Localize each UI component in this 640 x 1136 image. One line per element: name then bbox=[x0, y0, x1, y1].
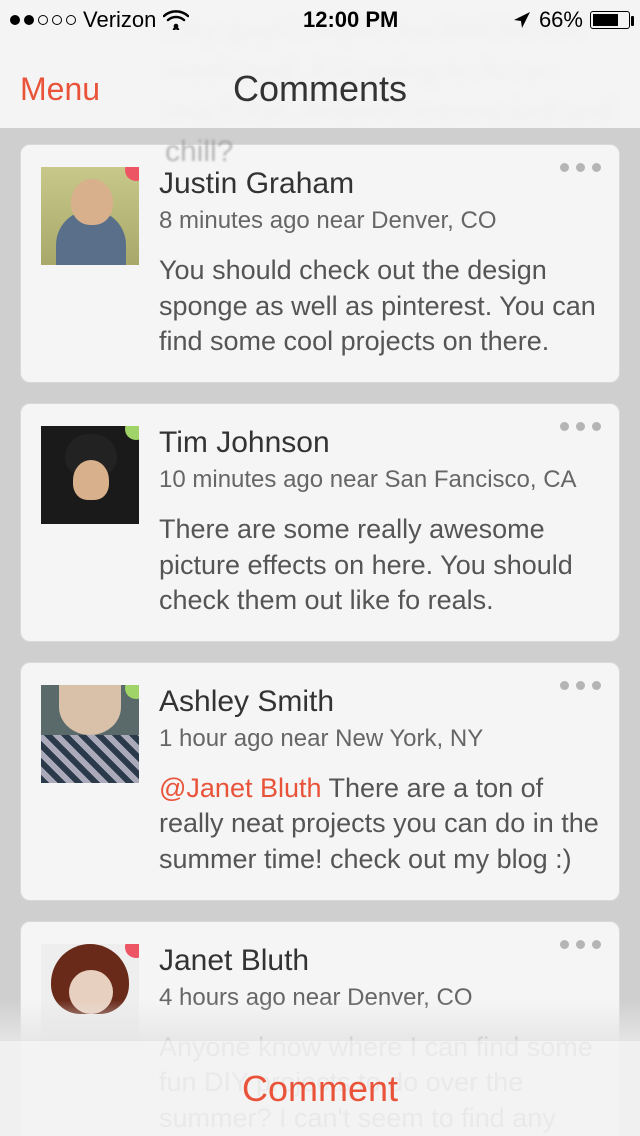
comment-card: Ashley Smith 1 hour ago near New York, N… bbox=[20, 662, 620, 901]
bottom-bar: Comment bbox=[0, 1040, 640, 1136]
comment-meta: 8 minutes ago near Denver, CO bbox=[159, 207, 599, 235]
comment-card: Tim Johnson 10 minutes ago near San Fanc… bbox=[20, 403, 620, 642]
page-title: Comments bbox=[233, 68, 407, 110]
comment-button[interactable]: Comment bbox=[242, 1068, 398, 1110]
comments-feed[interactable]: Justin Graham 8 minutes ago near Denver,… bbox=[0, 128, 640, 1136]
battery-percent-label: 66% bbox=[539, 7, 583, 33]
avatar[interactable] bbox=[41, 167, 139, 265]
menu-button[interactable]: Menu bbox=[20, 71, 100, 108]
comment-text: You should check out the design sponge a… bbox=[159, 253, 599, 360]
presence-dot-icon bbox=[125, 944, 139, 958]
status-bar: Verizon 12:00 PM 66% bbox=[0, 0, 640, 40]
avatar[interactable] bbox=[41, 685, 139, 783]
wifi-icon bbox=[163, 10, 189, 30]
comment-author[interactable]: Ashley Smith bbox=[159, 685, 599, 719]
presence-dot-icon bbox=[125, 426, 139, 440]
comment-author[interactable]: Justin Graham bbox=[159, 167, 599, 201]
clock-label: 12:00 PM bbox=[303, 7, 398, 33]
comment-meta: 10 minutes ago near San Fancisco, CA bbox=[159, 466, 599, 494]
comment-card: Justin Graham 8 minutes ago near Denver,… bbox=[20, 144, 620, 383]
avatar[interactable] bbox=[41, 426, 139, 524]
comment-author[interactable]: Janet Bluth bbox=[159, 944, 599, 978]
comment-options-button[interactable] bbox=[560, 681, 601, 690]
carrier-label: Verizon bbox=[83, 7, 156, 33]
comment-text: @Janet Bluth There are a ton of really n… bbox=[159, 771, 599, 878]
presence-dot-icon bbox=[125, 685, 139, 699]
comment-options-button[interactable] bbox=[560, 422, 601, 431]
signal-dots-icon bbox=[10, 15, 76, 25]
comment-text: There are some really awesome picture ef… bbox=[159, 512, 599, 619]
battery-icon bbox=[590, 11, 630, 29]
bottom-fade bbox=[0, 1000, 640, 1040]
comment-author[interactable]: Tim Johnson bbox=[159, 426, 599, 460]
comment-options-button[interactable] bbox=[560, 940, 601, 949]
comment-meta: 1 hour ago near New York, NY bbox=[159, 725, 599, 753]
location-arrow-icon bbox=[512, 10, 532, 30]
mention-link[interactable]: @Janet Bluth bbox=[159, 773, 322, 803]
